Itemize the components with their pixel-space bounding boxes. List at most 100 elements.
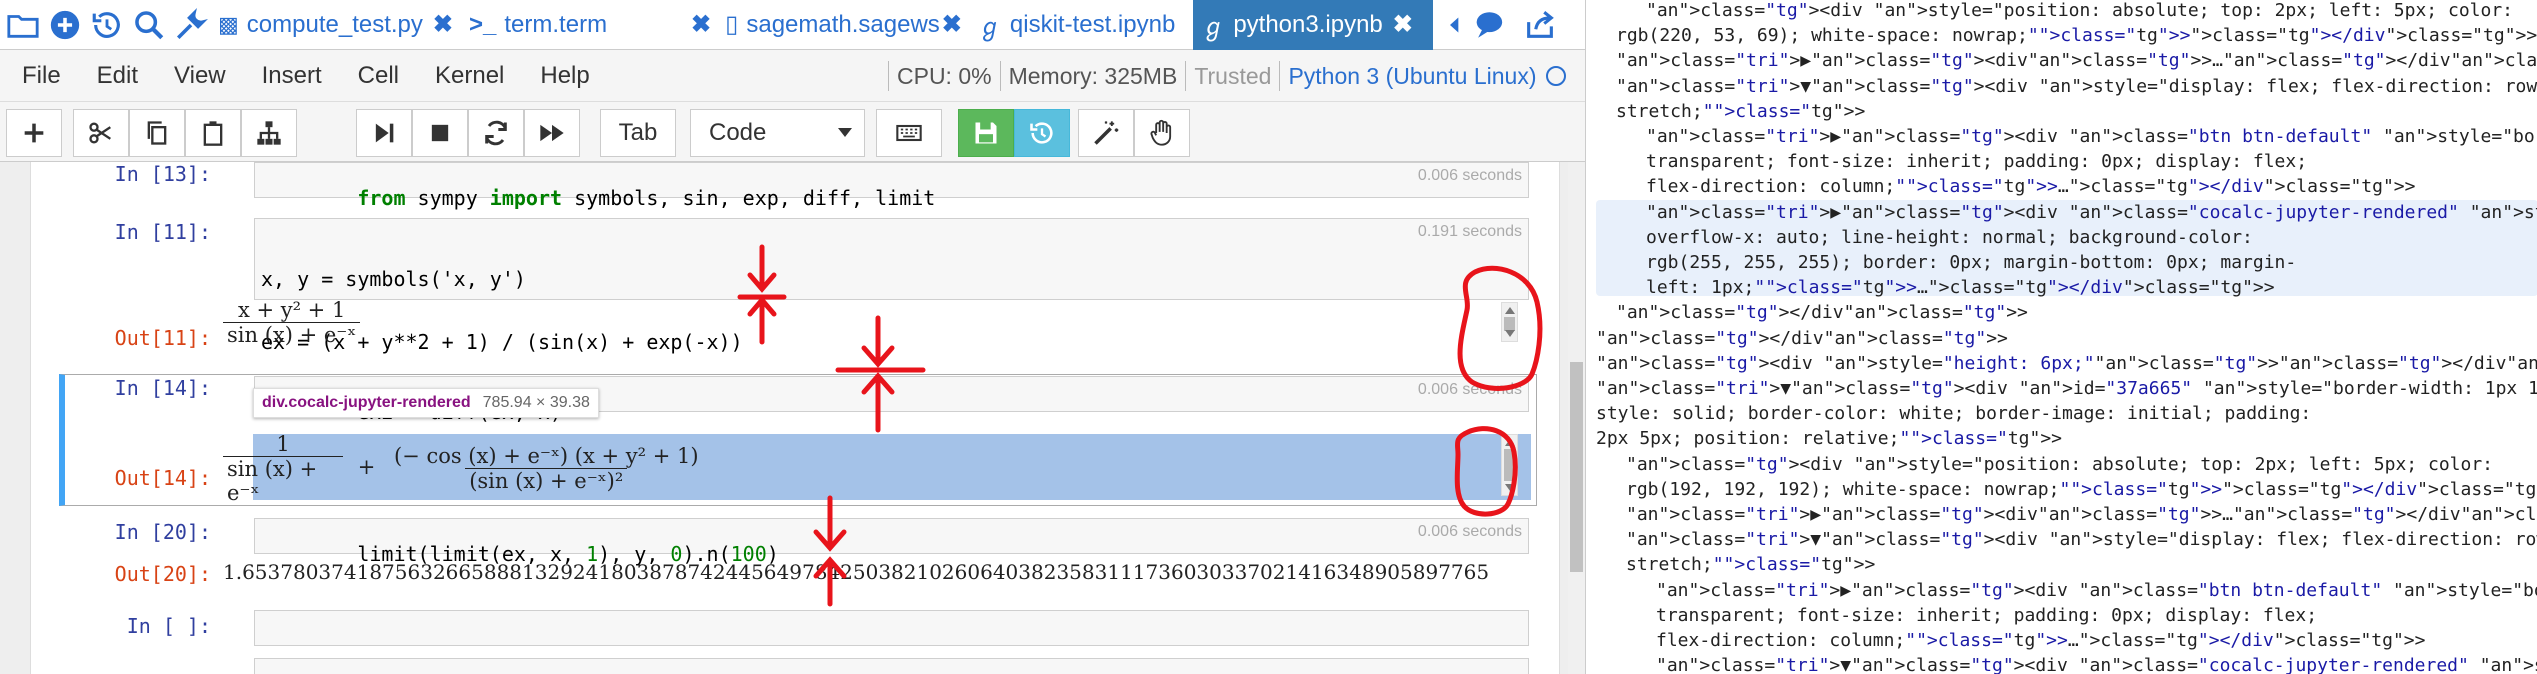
hand-button[interactable] [1134,109,1190,157]
menu-bar: File Edit View Insert Cell Kernel Help C… [0,50,1585,102]
notebook-icon: ℊ [977,14,1002,41]
menu-view[interactable]: View [156,62,244,90]
dom-tree-line[interactable]: "an">class="tri">▼"an">class="tg"><div "… [1656,653,2537,674]
keyboard-button[interactable] [876,109,942,157]
math-output: x + y² + 1 sin (x) + e⁻ˣ [223,298,361,347]
dom-tree-line[interactable]: "an">class="tri">▼"an">class="tg"><div "… [1616,74,2537,99]
dom-tree-line[interactable]: "an">class="tg"><div "an">style="height:… [1596,351,2537,376]
paste-button[interactable] [185,109,241,157]
wrench-icon[interactable] [172,6,210,44]
menu-insert[interactable]: Insert [244,62,340,90]
close-icon[interactable]: ✖ [942,10,962,39]
dom-tree-line[interactable]: 2px 5px; position: relative;"">class="tg… [1596,426,2062,451]
folder-icon[interactable] [4,6,42,44]
dom-tree-line[interactable]: stretch;"">class="tg">> [1626,552,1875,577]
output-prompt: Out[20]: [114,562,211,586]
code-cell-input[interactable]: limit(limit(ex, x, 1), y, 0).n(100) 0.00… [254,518,1529,565]
scroll-down-icon[interactable] [1505,484,1515,491]
trusted-status[interactable]: Trusted [1194,63,1271,90]
dom-tree-line[interactable]: rgb(220, 53, 69); white-space: nowrap;""… [1616,23,2537,48]
fast-forward-button[interactable] [524,109,580,157]
dom-tree-line[interactable]: transparent; font-size: inherit; padding… [1656,603,2317,628]
dom-tree-line[interactable]: "an">class="tri">▶"an">class="tg"><div "… [1656,578,2537,603]
code-cell-input[interactable]: x, y = symbols('x, y') ex = (x + y**2 + … [254,218,1529,416]
dom-tree-line[interactable]: transparent; font-size: inherit; padding… [1646,149,2307,174]
exec-time: 0.006 seconds [1417,167,1522,184]
split-cell-button[interactable] [241,109,297,157]
sitemap-icon [257,121,281,145]
notebook-scrollbar[interactable] [1568,162,1585,674]
tab-sagemath[interactable]: ▯ sagemath.sagews ✖ [717,0,970,50]
menu-help[interactable]: Help [522,62,607,90]
tab-python3[interactable]: ℊ python3.ipynb ✖ [1193,0,1434,50]
hand-icon [1150,119,1172,146]
dom-tree-line[interactable]: "an">class="tri">▶"an">class="tg"><div"a… [1616,48,2537,73]
dom-tree-line[interactable]: "an">class="tg"><div "an">style="positio… [1646,0,2513,23]
code-cell-input[interactable]: from sympy import symbols, sin, exp, dif… [254,162,1529,209]
dom-tree-line[interactable]: flex-direction: column;"">class="tg">>…"… [1656,628,2425,653]
close-icon[interactable]: ✖ [691,10,711,39]
menu-file[interactable]: File [4,62,79,90]
output-scrollbar[interactable] [1501,302,1518,342]
dom-tree-line[interactable]: "an">class="tg"></div"an">class="tg">> [1616,300,2028,325]
close-icon[interactable]: ✖ [1393,10,1413,39]
dom-tree-line[interactable]: "an">class="tri">▶"an">class="tg"><div "… [1646,124,2537,149]
dom-tree-line[interactable]: flex-direction: column;"">class="tg">>…"… [1646,174,2415,199]
chevron-left-icon[interactable] [1445,6,1465,44]
input-prompt: In [20]: [114,520,211,544]
dom-tree-line[interactable]: "an">class="tg"><div "an">style="positio… [1626,452,2493,477]
run-cell-button[interactable] [356,109,412,157]
output-prompt: Out[14]: [114,466,211,490]
save-button[interactable] [958,109,1014,157]
dom-tree-line[interactable]: stretch;"">class="tg">> [1616,99,1865,124]
timetravel-button[interactable] [1014,109,1070,157]
scroll-down-icon[interactable] [1505,330,1515,337]
exec-time: 0.006 seconds [1417,381,1522,398]
tab-qiskit[interactable]: ℊ qiskit-test.ipynb [970,0,1193,50]
search-icon[interactable] [130,6,168,44]
input-prompt: In [11]: [114,220,211,244]
notebook-icon: ℊ [1201,14,1226,41]
format-button[interactable] [1078,109,1134,157]
dom-tree-line[interactable]: rgb(255, 255, 255); border: 0px; margin-… [1646,250,2296,275]
output-scrollbar[interactable] [1501,434,1518,496]
stop-button[interactable] [412,109,468,157]
kernel-name[interactable]: Python 3 (Ubuntu Linux) [1288,63,1536,90]
input-prompt: In [14]: [114,376,211,400]
dom-tree-line[interactable]: "an">class="tri">▶"an">class="tg"><div "… [1646,200,2537,225]
tab-term[interactable]: >_ term.term [461,0,691,50]
dom-tree-line[interactable]: "an">class="tg"></div"an">class="tg">> [1596,326,2008,351]
dom-tree-line[interactable]: "an">class="tri">▶"an">class="tg"><div"a… [1626,502,2537,527]
tab-label: python3.ipynb [1233,10,1383,38]
devtools-elements-panel[interactable]: "an">class="tg"><div "an">style="positio… [1585,0,2537,674]
empty-code-cell[interactable] [254,610,1529,646]
copy-button[interactable] [129,109,185,157]
tab-compute-test[interactable]: ▩ compute_test.py ✖ [210,0,461,50]
dom-tree-line[interactable]: overflow-x: auto; line-height: normal; b… [1646,225,2253,250]
status-area: CPU: 0% Memory: 325MB Trusted Python 3 (… [880,50,1567,102]
numeric-output: 1.65378037418756326658881329241803878742… [223,560,1490,584]
empty-code-cell[interactable] [254,658,1529,674]
scroll-up-icon[interactable] [1505,439,1515,446]
new-file-icon[interactable] [46,6,84,44]
restart-button[interactable] [468,109,524,157]
share-icon[interactable] [1521,6,1559,44]
tab-button[interactable]: Tab [600,109,676,157]
dom-tree-line[interactable]: left: 1px;"">class="tg">>…">class="tg"><… [1646,275,2275,300]
notebook-cells[interactable]: In [13]: from sympy import symbols, sin,… [30,162,1560,674]
scroll-up-icon[interactable] [1505,307,1515,314]
cell-type-select[interactable]: Code [690,109,865,157]
cut-button[interactable] [73,109,129,157]
history-icon[interactable] [88,6,126,44]
dom-tree-line[interactable]: "an">class="tri">▼"an">class="tg"><div "… [1596,376,2537,401]
dom-tree-line[interactable]: "an">class="tri">▼"an">class="tg"><div "… [1626,527,2537,552]
copy-icon [147,121,167,145]
dom-tree-line[interactable]: style: solid; border-color: white; borde… [1596,401,2311,426]
insert-cell-button[interactable] [6,109,62,157]
chat-icon[interactable] [1469,6,1507,44]
menu-cell[interactable]: Cell [340,62,417,90]
dom-tree-line[interactable]: rgb(192, 192, 192); white-space: nowrap;… [1626,477,2537,502]
menu-kernel[interactable]: Kernel [417,62,522,90]
menu-edit[interactable]: Edit [79,62,156,90]
close-icon[interactable]: ✖ [433,10,453,39]
